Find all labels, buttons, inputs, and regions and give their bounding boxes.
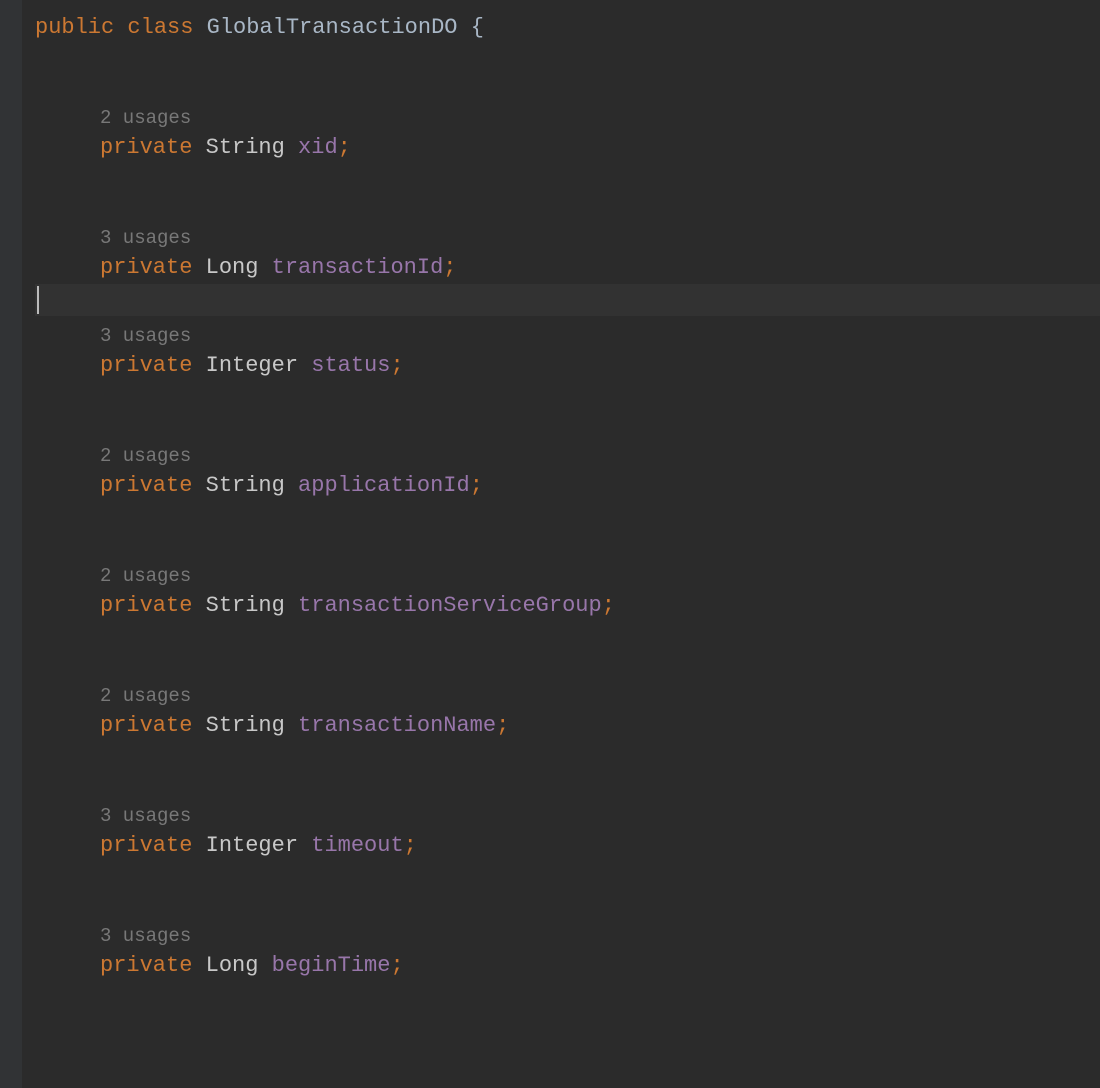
- field-name: timeout: [311, 833, 403, 858]
- blank-line: [35, 44, 1100, 76]
- text-caret: [37, 286, 39, 314]
- semicolon: ;: [338, 135, 351, 160]
- field-modifier: private: [100, 353, 192, 378]
- semicolon: ;: [602, 593, 615, 618]
- semicolon: ;: [390, 353, 403, 378]
- field-modifier: private: [100, 473, 192, 498]
- blank-line: [35, 654, 1100, 676]
- field-modifier: private: [100, 135, 192, 160]
- field-name: beginTime: [272, 953, 391, 978]
- class-keyword: class: [127, 15, 193, 40]
- field-line[interactable]: private Integer status;: [35, 350, 1100, 382]
- field-modifier: private: [100, 833, 192, 858]
- blank-line: [35, 502, 1100, 534]
- blank-line: [35, 196, 1100, 218]
- field-type: String: [206, 135, 285, 160]
- field-type: String: [206, 473, 285, 498]
- semicolon: ;: [496, 713, 509, 738]
- current-line-highlight: [35, 284, 1100, 316]
- field-type: Integer: [206, 833, 298, 858]
- field-line[interactable]: private Long transactionId;: [35, 252, 1100, 284]
- blank-line: [35, 534, 1100, 556]
- blank-line: [35, 742, 1100, 774]
- usage-hint[interactable]: 2 usages: [35, 676, 1100, 710]
- blank-line: [35, 862, 1100, 894]
- current-line-row[interactable]: [35, 284, 1100, 316]
- modifier-keyword: public: [35, 15, 114, 40]
- field-type: String: [206, 593, 285, 618]
- field-name: transactionServiceGroup: [298, 593, 602, 618]
- code-editor[interactable]: public class GlobalTransactionDO { 2 usa…: [22, 0, 1100, 1088]
- field-line[interactable]: private String applicationId;: [35, 470, 1100, 502]
- blank-line: [35, 774, 1100, 796]
- usage-hint[interactable]: 2 usages: [35, 556, 1100, 590]
- field-modifier: private: [100, 593, 192, 618]
- class-name: GlobalTransactionDO: [207, 15, 458, 40]
- semicolon: ;: [390, 953, 403, 978]
- semicolon: ;: [470, 473, 483, 498]
- field-modifier: private: [100, 255, 192, 280]
- field-modifier: private: [100, 713, 192, 738]
- field-name: status: [311, 353, 390, 378]
- field-type: Long: [206, 255, 259, 280]
- usage-hint[interactable]: 3 usages: [35, 218, 1100, 252]
- field-type: String: [206, 713, 285, 738]
- blank-line: [35, 76, 1100, 98]
- usage-hint[interactable]: 3 usages: [35, 316, 1100, 350]
- field-name: xid: [298, 135, 338, 160]
- field-name: transactionId: [272, 255, 444, 280]
- usage-hint[interactable]: 3 usages: [35, 916, 1100, 950]
- blank-line: [35, 164, 1100, 196]
- blank-line: [35, 622, 1100, 654]
- blank-line: [35, 414, 1100, 436]
- field-line[interactable]: private Integer timeout;: [35, 830, 1100, 862]
- semicolon: ;: [404, 833, 417, 858]
- usage-hint[interactable]: 2 usages: [35, 436, 1100, 470]
- semicolon: ;: [443, 255, 456, 280]
- open-brace: {: [471, 15, 484, 40]
- blank-line: [35, 894, 1100, 916]
- field-line[interactable]: private String transactionServiceGroup;: [35, 590, 1100, 622]
- field-name: applicationId: [298, 473, 470, 498]
- field-type: Integer: [206, 353, 298, 378]
- field-type: Long: [206, 953, 259, 978]
- usage-hint[interactable]: 3 usages: [35, 796, 1100, 830]
- field-name: transactionName: [298, 713, 496, 738]
- field-modifier: private: [100, 953, 192, 978]
- usage-hint[interactable]: 2 usages: [35, 98, 1100, 132]
- blank-line: [35, 382, 1100, 414]
- class-declaration-line[interactable]: public class GlobalTransactionDO {: [35, 12, 1100, 44]
- field-line[interactable]: private Long beginTime;: [35, 950, 1100, 982]
- field-line[interactable]: private String xid;: [35, 132, 1100, 164]
- editor-gutter[interactable]: [0, 0, 22, 1088]
- field-line[interactable]: private String transactionName;: [35, 710, 1100, 742]
